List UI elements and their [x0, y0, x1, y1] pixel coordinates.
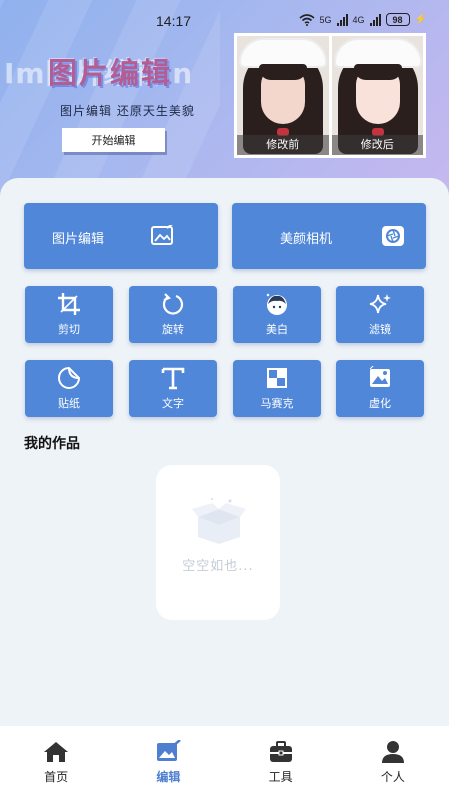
tool-mosaic[interactable]: 马赛克 [233, 360, 321, 417]
nav-edit-label: 编辑 [156, 770, 181, 784]
home-icon [44, 742, 69, 762]
network-label-2: 4G [352, 14, 365, 25]
sticker-icon [58, 366, 81, 389]
camera-aperture-icon [382, 226, 404, 246]
status-time: 14:17 [156, 13, 192, 29]
main-panel: 图片编辑 美颜相机 剪切 旋转 美白 滤镜 贴纸 文字 马赛克 虚化 我的作品 … [0, 178, 449, 726]
tool-text-label: 文字 [162, 397, 184, 410]
tool-sticker[interactable]: 贴纸 [25, 360, 113, 417]
nav-home-label: 首页 [44, 770, 69, 784]
battery-icon: 98 [385, 13, 410, 26]
nav-tools[interactable]: 工具 [225, 726, 337, 800]
nav-profile[interactable]: 个人 [337, 726, 449, 800]
sparkle-filter-icon [369, 294, 391, 314]
tool-rotate[interactable]: 旋转 [129, 286, 217, 343]
toolbox-icon [269, 741, 292, 762]
text-icon [161, 367, 185, 390]
my-works-title: 我的作品 [24, 436, 80, 452]
rotate-icon [162, 293, 184, 315]
edit-image-icon [157, 740, 182, 761]
signal-icon-2 [369, 13, 381, 26]
tool-sticker-label: 贴纸 [58, 397, 80, 410]
status-bar: 14:17 5G 4G 98 ⚡ [0, 0, 449, 40]
hero-title: 图片编辑 [48, 56, 173, 90]
tool-blur-label: 虚化 [369, 397, 391, 410]
crop-icon [58, 293, 80, 315]
after-photo: 修改后 [331, 36, 423, 155]
tool-crop-label: 剪切 [58, 323, 80, 336]
hero-title-block: Im图片编辑in 图片编辑 [0, 44, 235, 94]
image-edit-card-label: 图片编辑 [52, 232, 105, 247]
blur-icon [369, 366, 390, 387]
start-edit-button[interactable]: 开始编辑 [62, 128, 165, 152]
network-label-1: 5G [319, 14, 332, 25]
nav-tools-label: 工具 [268, 770, 293, 784]
face-whitening-icon [266, 293, 287, 315]
after-label: 修改后 [331, 135, 423, 155]
wifi-icon [298, 13, 315, 26]
nav-home[interactable]: 首页 [0, 726, 112, 800]
before-after-compare: 修改前 修改后 [234, 33, 426, 158]
empty-box-icon [192, 498, 246, 544]
empty-works-card: 空空如也... [156, 465, 280, 620]
nav-profile-label: 个人 [380, 770, 405, 784]
mosaic-icon [267, 368, 287, 388]
before-photo: 修改前 [237, 36, 329, 155]
tool-crop[interactable]: 剪切 [25, 286, 113, 343]
beauty-camera-card-label: 美颜相机 [280, 232, 333, 247]
image-edit-icon [151, 225, 173, 245]
tool-whitening-label: 美白 [266, 323, 288, 336]
beauty-camera-card[interactable]: 美颜相机 [232, 203, 426, 269]
charging-icon: ⚡ [414, 14, 427, 25]
tool-rotate-label: 旋转 [162, 323, 184, 336]
image-edit-card[interactable]: 图片编辑 [24, 203, 218, 269]
tool-blur[interactable]: 虚化 [336, 360, 424, 417]
bottom-nav: 首页 编辑 工具 个人 [0, 726, 449, 800]
tool-filter-label: 滤镜 [369, 323, 391, 336]
tool-whitening[interactable]: 美白 [233, 286, 321, 343]
tool-mosaic-label: 马赛克 [260, 397, 294, 410]
tool-filter[interactable]: 滤镜 [336, 286, 424, 343]
signal-icon [336, 13, 348, 26]
status-icons: 5G 4G 98 ⚡ [298, 13, 427, 26]
hero-subtitle: 图片编辑 还原天生美貌 [60, 104, 195, 118]
person-icon [381, 741, 404, 763]
tool-text[interactable]: 文字 [129, 360, 217, 417]
before-label: 修改前 [237, 135, 329, 155]
hero-banner: 14:17 5G 4G 98 ⚡ Im图片编辑in 图片编辑 图片编辑 还原天生… [0, 0, 449, 200]
nav-edit[interactable]: 编辑 [112, 726, 224, 800]
empty-works-text: 空空如也... [182, 559, 254, 574]
